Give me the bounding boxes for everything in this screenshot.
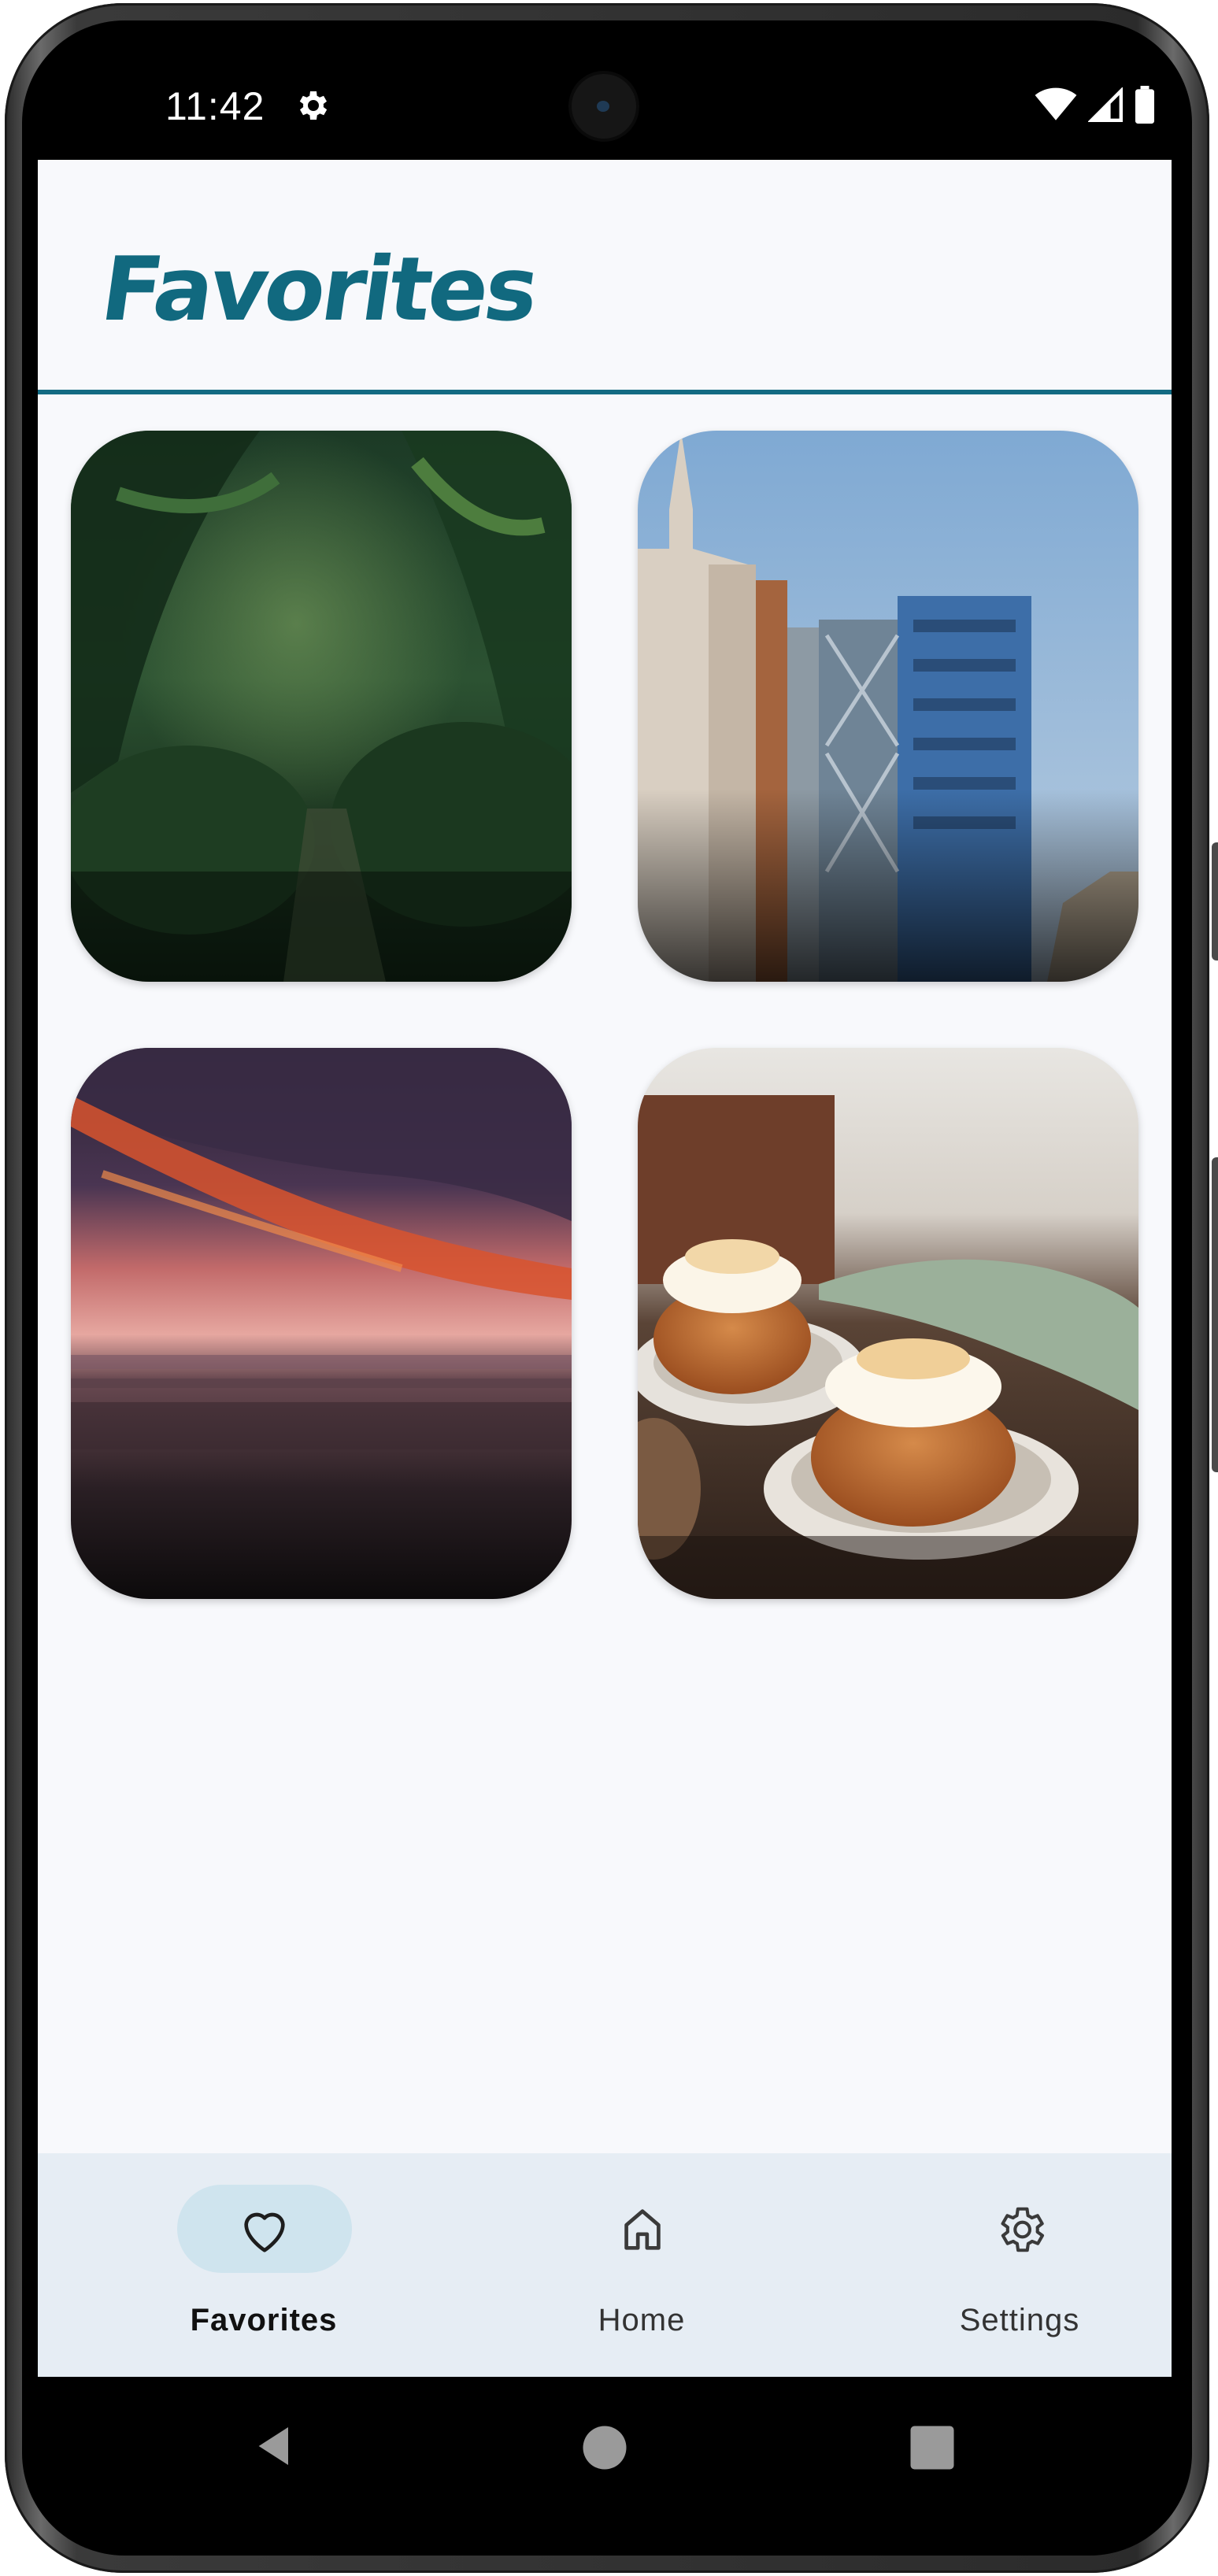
home-icon [624,2209,661,2250]
front-camera [572,74,636,139]
page-title: Favorites [94,239,542,341]
nav-label-favorites: Favorites [190,2303,338,2337]
app-content: Favorites Favorites Home Settings [38,160,1172,2377]
recents-button[interactable] [909,2424,956,2471]
favorite-card-buns[interactable] [638,1048,1138,1599]
top-app-bar: Favorites [38,160,1172,394]
sunset-beach-photo [71,1048,572,1599]
nav-label-settings: Settings [959,2303,1080,2337]
favorite-card-sunset[interactable] [71,1048,572,1599]
battery-icon [1135,86,1154,124]
status-icons [1035,85,1156,124]
home-button[interactable] [581,2424,628,2471]
device-frame: 11:42 Favorites Favorites Home Settings [0,0,1218,2576]
gear-icon [1001,2207,1045,2252]
nav-item-favorites[interactable]: Favorites [146,2185,382,2358]
wifi-icon [1035,87,1077,120]
bottom-navigation: Favorites Home Settings [38,2153,1172,2377]
favorite-card-jungle[interactable] [71,431,572,982]
favorites-grid [71,431,1138,1599]
back-button[interactable] [250,2421,301,2471]
volume-button [1212,1157,1218,1472]
system-navigation-bar [38,2377,1172,2511]
favorite-card-buildings[interactable] [638,431,1138,982]
heart-icon [244,2212,285,2252]
screen: 11:42 Favorites Favorites Home Settings [38,46,1172,2511]
status-bar: 11:42 [38,46,1172,160]
power-button [1212,842,1218,960]
signal-icon [1088,87,1123,122]
cream-buns-photo [638,1048,1138,1599]
jungle-path-photo [71,431,572,982]
settings-icon [299,91,328,120]
buildings-photo [638,431,1138,982]
nav-item-home[interactable]: Home [524,2185,760,2358]
nav-label-home: Home [598,2303,686,2337]
nav-item-settings[interactable]: Settings [901,2185,1138,2358]
status-time: 11:42 [165,84,265,128]
